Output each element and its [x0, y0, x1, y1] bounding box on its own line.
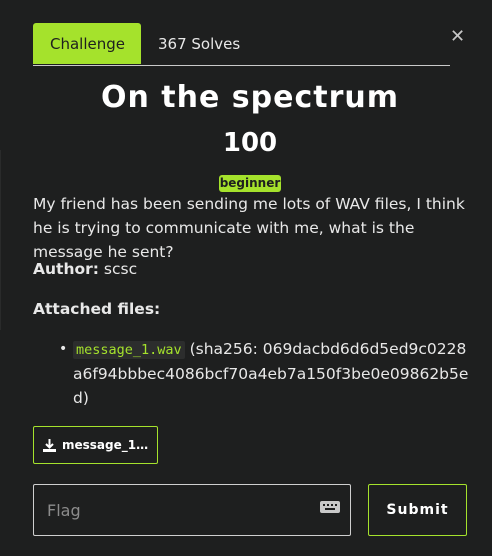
submit-button[interactable]: Submit [368, 484, 467, 536]
download-file-label: message_1.wav [62, 438, 150, 452]
author-name: scsc [103, 260, 138, 278]
download-file-button[interactable]: message_1.wav [33, 426, 158, 464]
file-list: • message_1.wav (sha256: 069dacbd6d6d5ed… [59, 337, 471, 410]
list-item: message_1.wav (sha256: 069dacbd6d6d5ed9c… [73, 337, 471, 410]
challenge-description: My friend has been sending me lots of WA… [33, 195, 465, 261]
attached-files-heading: Attached files: [33, 300, 161, 318]
flag-input[interactable] [33, 484, 351, 536]
author-line: Author: scsc [33, 257, 137, 281]
author-label: Author: [33, 260, 99, 278]
keyboard-icon[interactable] [320, 501, 340, 513]
download-icon [43, 439, 56, 452]
close-icon[interactable]: ✕ [450, 28, 465, 46]
tab-bar: Challenge 367 Solves [33, 23, 450, 66]
challenge-modal: Challenge 367 Solves ✕ On the spectrum 1… [0, 0, 492, 556]
file-name-link[interactable]: message_1.wav [73, 341, 185, 359]
bullet-icon: • [59, 341, 68, 357]
tab-solves[interactable]: 367 Solves [141, 23, 257, 64]
challenge-title: On the spectrum [100, 80, 399, 115]
backdrop-edge [0, 150, 1, 330]
challenge-points: 100 [222, 128, 278, 158]
tab-challenge[interactable]: Challenge [33, 23, 141, 64]
difficulty-badge: beginner [219, 175, 281, 192]
